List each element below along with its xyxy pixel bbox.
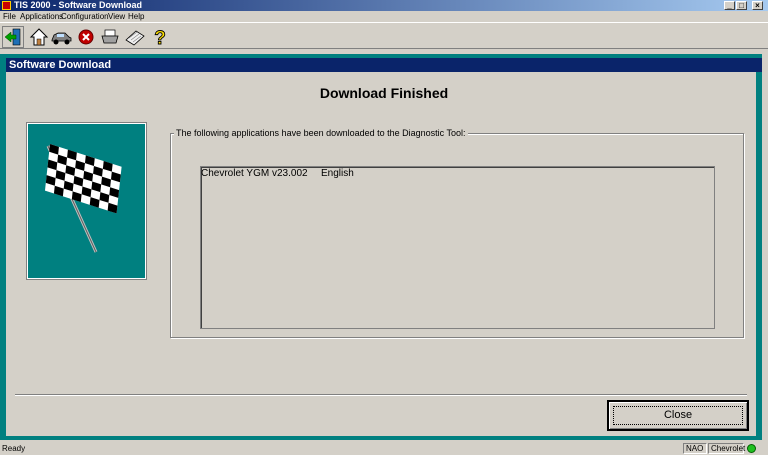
printer-icon[interactable] [99, 26, 121, 48]
panel-header: Software Download [6, 58, 762, 72]
help-icon[interactable]: ? [149, 26, 171, 48]
close-button[interactable]: Close [607, 400, 749, 431]
title-bar: TIS 2000 - Software Download _ □ × [0, 0, 768, 11]
notebook-icon[interactable] [124, 26, 146, 48]
group-label: The following applications have been dow… [174, 128, 468, 139]
toolbar: ? [0, 22, 768, 49]
app-icon [2, 1, 11, 10]
downloaded-apps-list[interactable] [200, 166, 715, 329]
page-title: Download Finished [319, 85, 449, 101]
focus-rect [613, 406, 743, 425]
menu-file[interactable]: File [3, 11, 16, 22]
status-brand: Chevrolet [708, 443, 745, 454]
close-window-button[interactable]: × [752, 1, 763, 10]
menu-help[interactable]: Help [128, 11, 144, 22]
status-text: Ready [2, 444, 26, 453]
menu-view[interactable]: View [108, 11, 125, 22]
menu-configuration[interactable]: Configuration [61, 11, 109, 22]
flag-image-frame [26, 122, 147, 280]
stop-icon[interactable] [75, 26, 97, 48]
separator [15, 394, 747, 396]
status-bar: Ready NAO Chevrolet [0, 442, 768, 455]
menu-applications[interactable]: Applications [20, 11, 63, 22]
car-icon[interactable] [50, 26, 72, 48]
maximize-button[interactable]: □ [736, 1, 747, 10]
checkered-flag-icon [44, 144, 122, 253]
svg-text:?: ? [154, 28, 166, 48]
status-region: NAO [683, 443, 707, 454]
list-item-language: English [321, 168, 354, 179]
exit-icon[interactable] [2, 26, 24, 48]
menu-bar: File Applications Configuration View Hel… [0, 11, 768, 22]
list-item-name: Chevrolet YGM [201, 168, 270, 179]
minimize-button[interactable]: _ [724, 1, 735, 10]
list-item-version: v23.002 [272, 168, 308, 179]
window-title: TIS 2000 - Software Download [14, 0, 143, 10]
connection-status-icon [747, 444, 756, 453]
home-icon[interactable] [28, 26, 50, 48]
